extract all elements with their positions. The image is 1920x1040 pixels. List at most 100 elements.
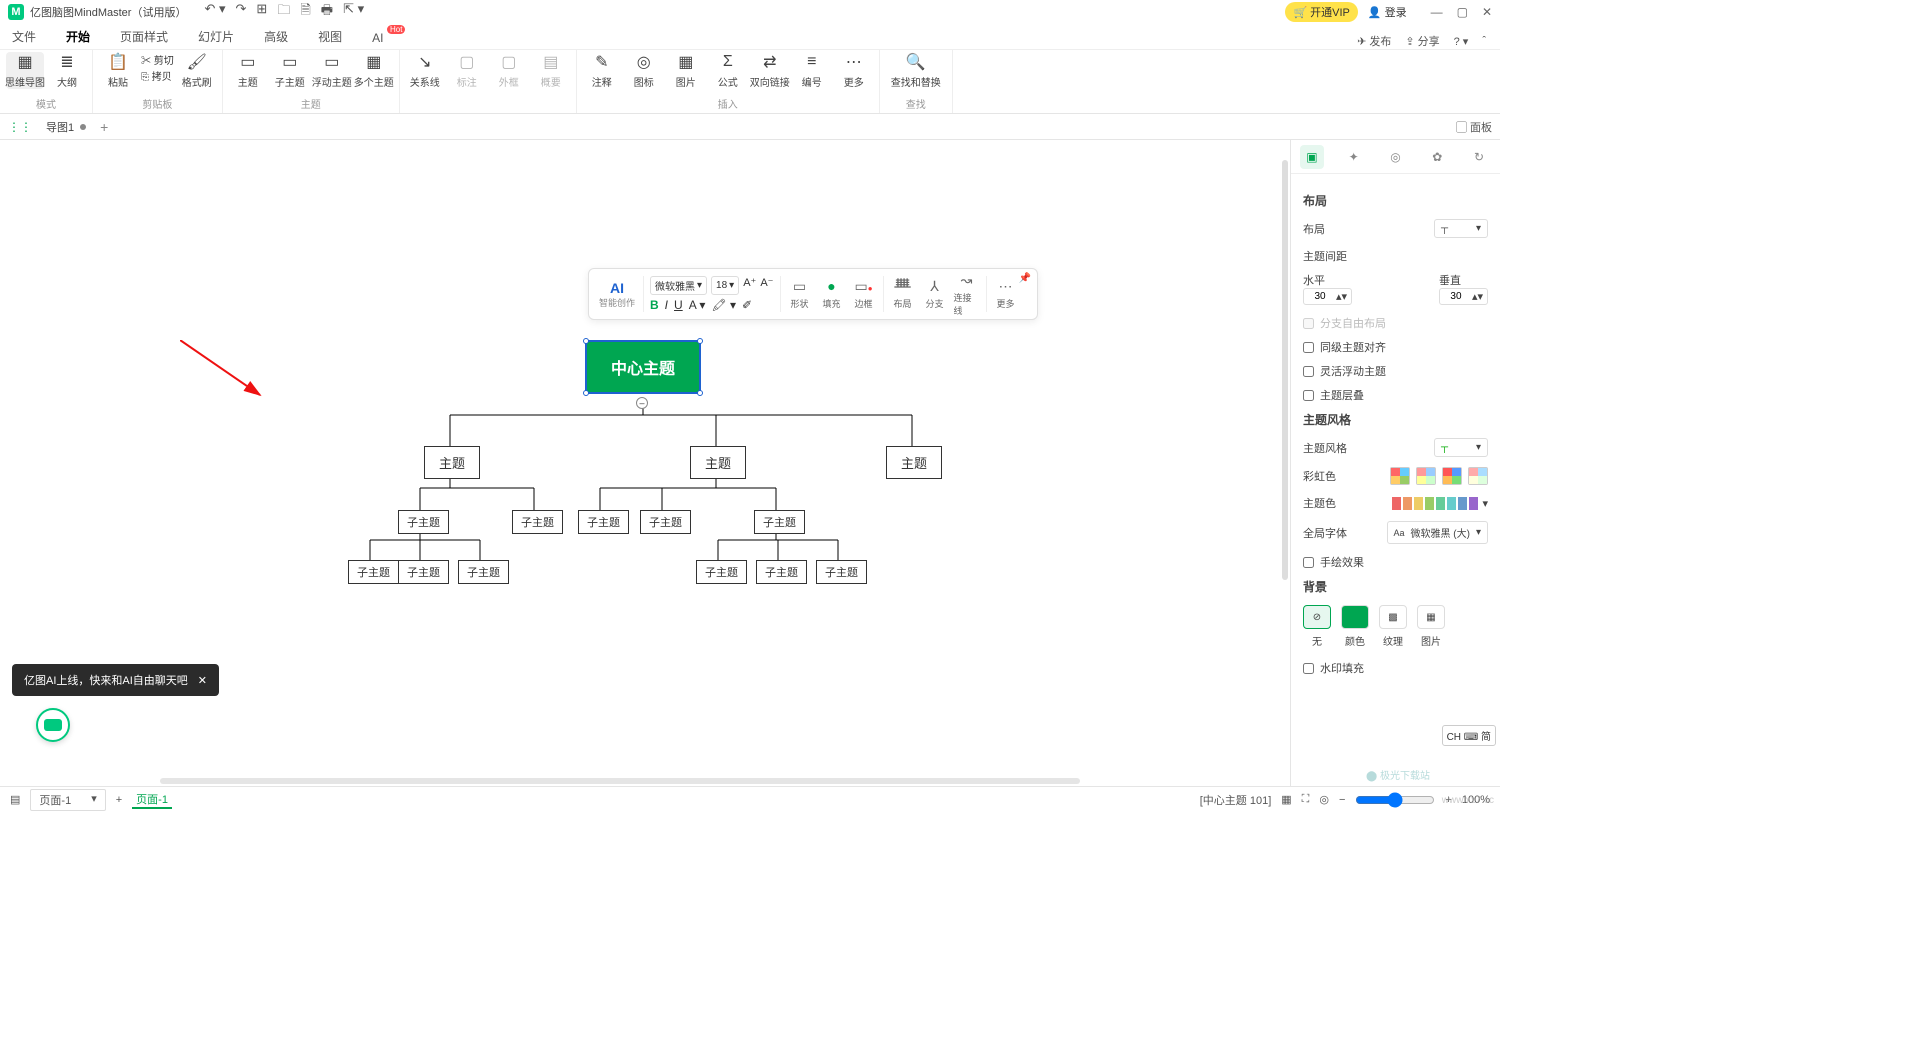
- maximize-icon[interactable]: ▢: [1457, 5, 1468, 19]
- find-replace-button[interactable]: 🔍查找和替换: [886, 52, 946, 89]
- subtopic[interactable]: 子主题: [398, 510, 449, 534]
- page-select[interactable]: 页面-1▾: [30, 789, 105, 811]
- ft-layout[interactable]: ᚙ布局: [890, 278, 916, 310]
- menu-advanced[interactable]: 高级: [264, 28, 288, 49]
- minimize-icon[interactable]: —: [1431, 5, 1443, 19]
- subtopic[interactable]: 子主题: [512, 510, 563, 534]
- font-color-button[interactable]: A ▾: [689, 298, 706, 312]
- font-grow-icon[interactable]: A⁺: [743, 276, 756, 295]
- font-size-select[interactable]: 18 ▾: [711, 276, 739, 295]
- undo-icon[interactable]: ↶ ▾: [204, 1, 225, 23]
- global-font-select[interactable]: Aa微软雅黑 (大) ▾: [1387, 521, 1489, 544]
- add-tab-button[interactable]: +: [100, 119, 108, 135]
- print-icon[interactable]: 🖶: [321, 1, 333, 23]
- help-icon[interactable]: ? ▾: [1454, 35, 1469, 48]
- rtab-style[interactable]: ✦: [1342, 145, 1366, 169]
- collapse-handle[interactable]: –: [636, 397, 648, 409]
- ai-fab-button[interactable]: [36, 708, 70, 742]
- subtopic-button[interactable]: ▭子主题: [271, 52, 309, 89]
- subtopic[interactable]: 子主题: [578, 510, 629, 534]
- chk-float[interactable]: 灵活浮动主题: [1303, 363, 1488, 379]
- ft-ai-button[interactable]: AI智能创作: [597, 280, 637, 309]
- menu-pagestyle[interactable]: 页面样式: [120, 28, 168, 49]
- collapse-ribbon-icon[interactable]: ˆ: [1482, 35, 1486, 47]
- font-shrink-icon[interactable]: A⁻: [760, 276, 773, 295]
- subtopic[interactable]: 子主题: [398, 560, 449, 584]
- ft-more[interactable]: ⋯更多: [993, 278, 1019, 310]
- multi-topic-button[interactable]: ▦多个主题: [355, 52, 393, 89]
- subtopic[interactable]: 子主题: [816, 560, 867, 584]
- iconset-button[interactable]: ◎图标: [625, 52, 663, 89]
- ft-connector[interactable]: ↝连接线: [954, 272, 980, 317]
- hspacing-input[interactable]: ▴▾: [1303, 288, 1352, 305]
- central-topic[interactable]: 中心主题: [585, 340, 701, 394]
- add-page-button[interactable]: +: [116, 794, 122, 806]
- horizontal-scrollbar[interactable]: [160, 778, 1080, 786]
- toast-close-icon[interactable]: ✕: [198, 674, 207, 687]
- bg-image[interactable]: ▦图片: [1417, 605, 1445, 648]
- save-icon[interactable]: 🗎: [300, 1, 310, 23]
- ft-fill[interactable]: ●填充: [819, 278, 845, 310]
- close-icon[interactable]: ✕: [1482, 5, 1492, 19]
- highlight-button[interactable]: 🖍 ▾: [711, 298, 736, 312]
- login-button[interactable]: 👤 登录: [1368, 4, 1407, 20]
- chk-align[interactable]: 同级主题对齐: [1303, 339, 1488, 355]
- chk-watermark[interactable]: 水印填充: [1303, 660, 1488, 676]
- redo-icon[interactable]: ↷: [236, 1, 247, 23]
- formula-button[interactable]: Σ公式: [709, 52, 747, 89]
- clear-format-button[interactable]: ✐: [742, 298, 752, 312]
- ft-border[interactable]: ▭●边框: [851, 278, 877, 310]
- subtopic[interactable]: 子主题: [640, 510, 691, 534]
- note-button[interactable]: ✎注释: [583, 52, 621, 89]
- topic-3[interactable]: 主题: [886, 446, 942, 479]
- format-painter-button[interactable]: 🖌格式刷: [178, 52, 216, 89]
- subtopic[interactable]: 子主题: [754, 510, 805, 534]
- bold-button[interactable]: B: [650, 298, 659, 312]
- rtab-theme[interactable]: ◎: [1383, 145, 1407, 169]
- menu-start[interactable]: 开始: [66, 28, 90, 49]
- export-icon[interactable]: ⇱ ▾: [343, 1, 364, 23]
- pin-icon[interactable]: 📌: [1019, 273, 1031, 284]
- italic-button[interactable]: I: [665, 298, 668, 312]
- topic-button[interactable]: ▭主题: [229, 52, 267, 89]
- chk-overlap[interactable]: 主题层叠: [1303, 387, 1488, 403]
- underline-button[interactable]: U: [674, 298, 683, 312]
- pages-icon[interactable]: ▤: [10, 793, 20, 806]
- style-select[interactable]: ┬ ▾: [1434, 438, 1488, 457]
- numbering-button[interactable]: ≡编号: [793, 52, 831, 89]
- doc-tab[interactable]: 导图1: [40, 119, 92, 135]
- floating-topic-button[interactable]: ▭浮动主题: [313, 52, 351, 89]
- doc-grip-icon[interactable]: ⋮⋮: [8, 120, 32, 134]
- cut-button[interactable]: ✂ 剪切: [141, 52, 174, 67]
- mode-outline[interactable]: ≣大纲: [48, 52, 86, 89]
- copy-button[interactable]: ⎘ 拷贝: [141, 68, 174, 83]
- new-icon[interactable]: ⊞: [256, 1, 267, 23]
- topic-2[interactable]: 主题: [690, 446, 746, 479]
- subtopic[interactable]: 子主题: [348, 560, 399, 584]
- subtopic[interactable]: 子主题: [696, 560, 747, 584]
- bilink-button[interactable]: ⇄双向链接: [751, 52, 789, 89]
- rtab-history[interactable]: ↻: [1467, 145, 1491, 169]
- view-center-icon[interactable]: ◎: [1319, 793, 1329, 806]
- mode-mindmap[interactable]: ▦思维导图: [6, 52, 44, 89]
- ime-indicator[interactable]: CH ⌨ 简: [1442, 725, 1496, 746]
- rainbow-presets[interactable]: [1390, 467, 1488, 485]
- bg-none[interactable]: ⊘无: [1303, 605, 1331, 648]
- vertical-scrollbar[interactable]: [1282, 140, 1290, 786]
- menu-ai[interactable]: AI: [372, 31, 383, 49]
- zoom-out-button[interactable]: −: [1339, 794, 1345, 806]
- menu-file[interactable]: 文件: [12, 28, 36, 49]
- topic-1[interactable]: 主题: [424, 446, 480, 479]
- open-icon[interactable]: 🗀: [277, 1, 290, 23]
- vspacing-input[interactable]: ▴▾: [1439, 288, 1488, 305]
- zoom-in-button[interactable]: +: [1445, 794, 1451, 806]
- zoom-slider[interactable]: [1355, 792, 1435, 808]
- subtopic[interactable]: 子主题: [756, 560, 807, 584]
- subtopic[interactable]: 子主题: [458, 560, 509, 584]
- panel-toggle[interactable]: ▢ 面板: [1456, 119, 1492, 135]
- view-fit-icon[interactable]: ⛶: [1302, 793, 1310, 806]
- image-button[interactable]: ▦图片: [667, 52, 705, 89]
- layout-select[interactable]: ┬ ▾: [1434, 219, 1488, 238]
- page-tab[interactable]: 页面-1: [132, 791, 172, 809]
- vip-button[interactable]: 🛒 开通VIP: [1285, 2, 1357, 22]
